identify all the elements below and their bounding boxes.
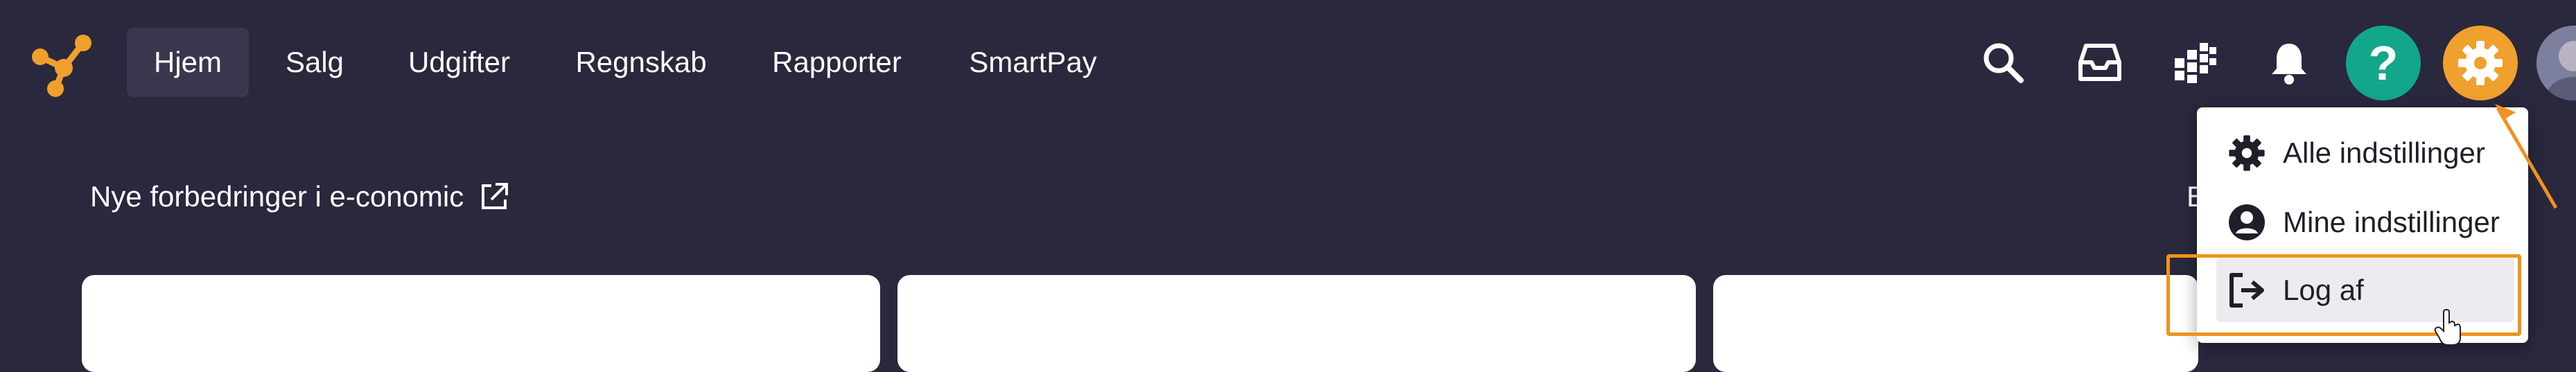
dashboard-card	[1713, 275, 2198, 372]
inbox-icon	[2078, 44, 2121, 81]
help-button[interactable]: ?	[2346, 26, 2421, 100]
nav-hjem[interactable]: Hjem	[127, 28, 249, 97]
nav-regnskab[interactable]: Regnskab	[561, 28, 721, 97]
help-icon: ?	[2368, 36, 2399, 90]
apps-button[interactable]	[2161, 28, 2230, 97]
menu-item-label: Mine indstillinger	[2283, 206, 2500, 238]
dashboard-card	[897, 275, 1696, 372]
gear-icon	[2458, 41, 2503, 85]
avatar[interactable]	[2536, 26, 2576, 100]
search-button[interactable]	[1968, 28, 2038, 97]
user-photo	[2536, 26, 2576, 100]
nav-smartpay[interactable]: SmartPay	[955, 28, 1111, 97]
menu-item-all-settings[interactable]: Alle indstillinger	[2216, 121, 2514, 185]
nav-rapporter[interactable]: Rapporter	[759, 28, 915, 97]
nav-salg[interactable]: Salg	[263, 28, 366, 97]
news-link-label: Nye forbedringer i e-conomic	[90, 180, 464, 213]
gear-icon	[2226, 132, 2268, 174]
nav-udgifter[interactable]: Udgifter	[392, 28, 527, 97]
settings-button[interactable]	[2443, 26, 2518, 100]
notifications-button[interactable]	[2254, 28, 2324, 97]
search-icon	[1983, 43, 2024, 83]
news-link[interactable]: Nye forbedringer i e-conomic	[90, 180, 509, 213]
dashboard-card	[82, 275, 880, 372]
menu-item-label: Alle indstillinger	[2283, 136, 2485, 169]
bell-icon	[2272, 44, 2306, 85]
apps-grid-icon	[2175, 43, 2216, 83]
inbox-button[interactable]	[2065, 28, 2135, 97]
menu-item-my-settings[interactable]: Mine indstillinger	[2216, 191, 2514, 254]
e-conomic-logo[interactable]	[28, 28, 97, 97]
external-link-icon	[482, 183, 509, 209]
annotation-highlight-box	[2166, 254, 2521, 336]
user-circle-icon	[2226, 202, 2268, 243]
top-navigation-bar: Hjem Salg Udgifter Regnskab Rapporter Sm…	[0, 0, 2576, 125]
